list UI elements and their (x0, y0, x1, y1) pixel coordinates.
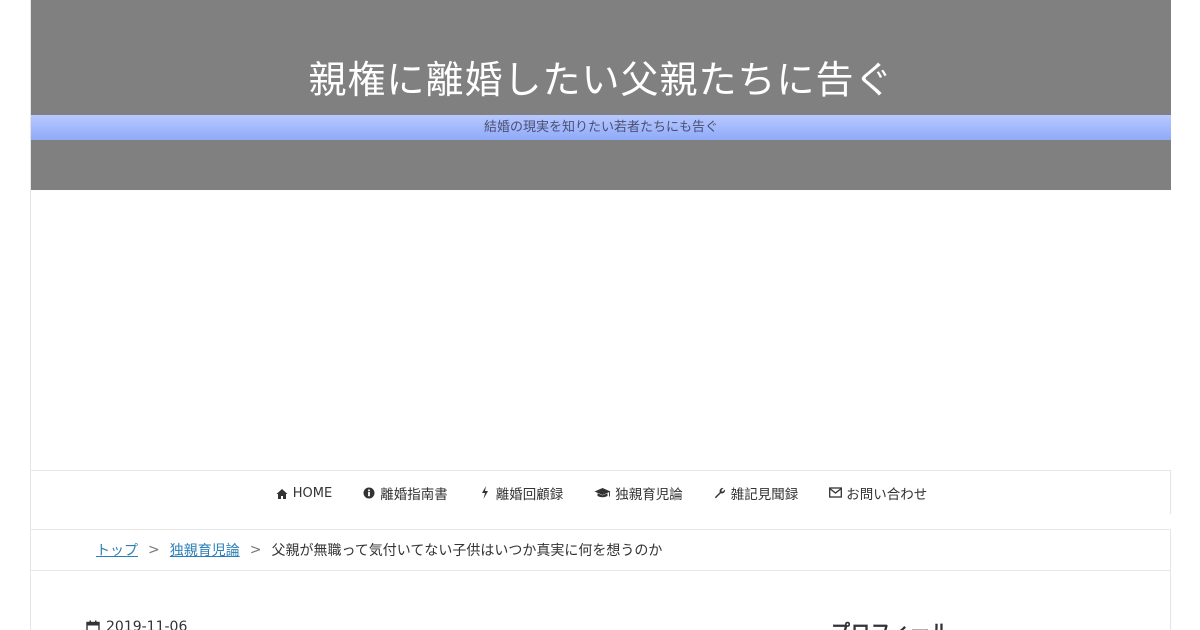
nav-item-contact[interactable]: お問い合わせ (828, 483, 927, 503)
nav-label: HOME (292, 486, 333, 501)
wrench-icon (713, 486, 727, 500)
nav-spacer (31, 514, 1171, 529)
site-header: 親権に離婚したい父親たちに告ぐ 結婚の現実を知りたい若者たちにも告ぐ (31, 0, 1171, 190)
breadcrumb-category-link[interactable]: 独親育児論 (170, 540, 240, 560)
graduation-cap-icon (593, 486, 611, 500)
nav-label: 離婚指南書 (380, 486, 448, 503)
nav-item-divorce-guide[interactable]: 離婚指南書 (362, 483, 448, 503)
site-title[interactable]: 親権に離婚したい父親たちに告ぐ (31, 52, 1171, 108)
nav-item-parenting[interactable]: 独親育児論 (593, 483, 683, 503)
nav-item-divorce-memoir[interactable]: 離婚回顧録 (478, 483, 564, 503)
main-container: 親権に離婚したい父親たちに告ぐ 結婚の現実を知りたい若者たちにも告ぐ HOME … (30, 0, 1171, 630)
nav-label: お問い合わせ (846, 486, 928, 503)
bolt-icon (478, 486, 492, 500)
info-circle-icon (362, 486, 376, 500)
post-date: 2019-11-06 (86, 619, 187, 630)
tagline-bar: 結婚の現実を知りたい若者たちにも告ぐ (31, 115, 1171, 140)
breadcrumb-top-link[interactable]: トップ (96, 540, 138, 560)
nav-label: 雑記見聞録 (730, 486, 799, 503)
nav-item-misc[interactable]: 雑記見聞録 (713, 483, 799, 503)
calendar-icon (86, 620, 100, 630)
nav-item-home[interactable]: HOME (275, 486, 332, 501)
breadcrumb-separator: > (249, 542, 262, 558)
breadcrumb-current: 父親が無職って気付いてない子供はいつか真実に何を想うのか (271, 543, 663, 559)
nav-label: 独親育児論 (615, 486, 683, 503)
breadcrumb: トップ > 独親育児論 > 父親が無職って気付いてない子供はいつか真実に何を想う… (31, 529, 1171, 571)
page: 親権に離婚したい父親たちに告ぐ 結婚の現実を知りたい若者たちにも告ぐ HOME … (0, 0, 1200, 630)
global-nav: HOME 離婚指南書 離婚回顧録 独親育児論 雑記見聞録 お問い合わせ (31, 470, 1171, 515)
ad-area (31, 190, 1171, 470)
nav-label: 離婚回顧録 (495, 486, 564, 503)
envelope-icon (828, 486, 842, 500)
site-tagline: 結婚の現実を知りたい若者たちにも告ぐ (483, 120, 718, 135)
sidebar-profile-heading: プロフィール (831, 617, 951, 630)
post-date-text: 2019-11-06 (106, 619, 188, 630)
home-icon (275, 487, 289, 501)
breadcrumb-separator: > (148, 542, 160, 558)
